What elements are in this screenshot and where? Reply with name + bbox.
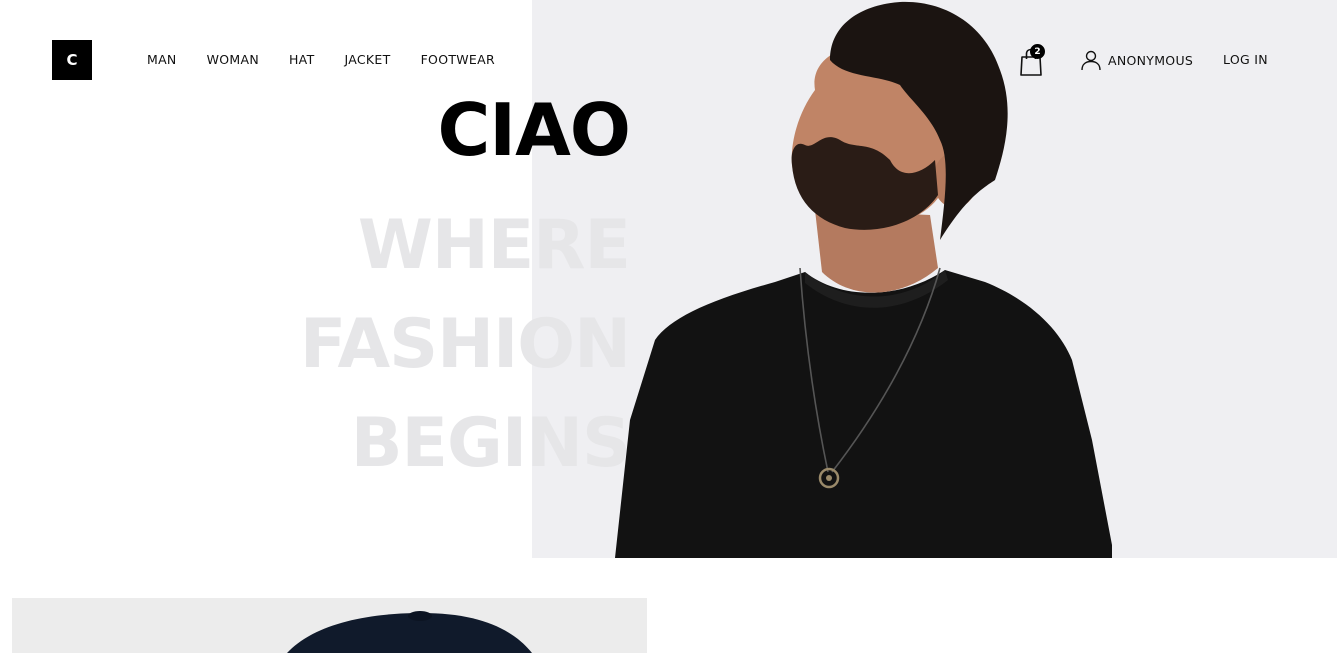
nav-item-woman[interactable]: WOMAN	[207, 51, 259, 69]
page: C MAN WOMAN HAT JACKET FOOTWEAR 2 ANONYM…	[0, 0, 1337, 653]
login-link[interactable]: LOG IN	[1223, 52, 1268, 67]
nav-item-man[interactable]: MAN	[147, 51, 177, 69]
nav-item-footwear[interactable]: FOOTWEAR	[421, 51, 495, 69]
main-nav: MAN WOMAN HAT JACKET FOOTWEAR	[147, 51, 495, 69]
cap-product-image	[287, 611, 532, 653]
tagline-line: BEGINS	[350, 404, 631, 483]
user-icon	[1081, 50, 1101, 71]
hero-model-image	[615, 1, 1112, 558]
tagline-line: FASHION	[299, 305, 631, 384]
nav-item-jacket[interactable]: JACKET	[345, 51, 391, 69]
product-card[interactable]	[12, 598, 647, 653]
hero-tagline: WHERE FASHION BEGINS	[299, 196, 631, 493]
hero-title: CIAO	[437, 88, 631, 172]
account-link[interactable]: ANONYMOUS	[1080, 49, 1193, 71]
cart-count-badge: 2	[1030, 44, 1045, 59]
nav-item-hat[interactable]: HAT	[289, 51, 315, 69]
brand-logo[interactable]: C	[52, 40, 92, 80]
tagline-line: WHERE	[357, 206, 631, 285]
logo-letter: C	[66, 51, 78, 69]
cart-button[interactable]: 2	[1018, 44, 1046, 76]
account-label: ANONYMOUS	[1108, 52, 1194, 68]
